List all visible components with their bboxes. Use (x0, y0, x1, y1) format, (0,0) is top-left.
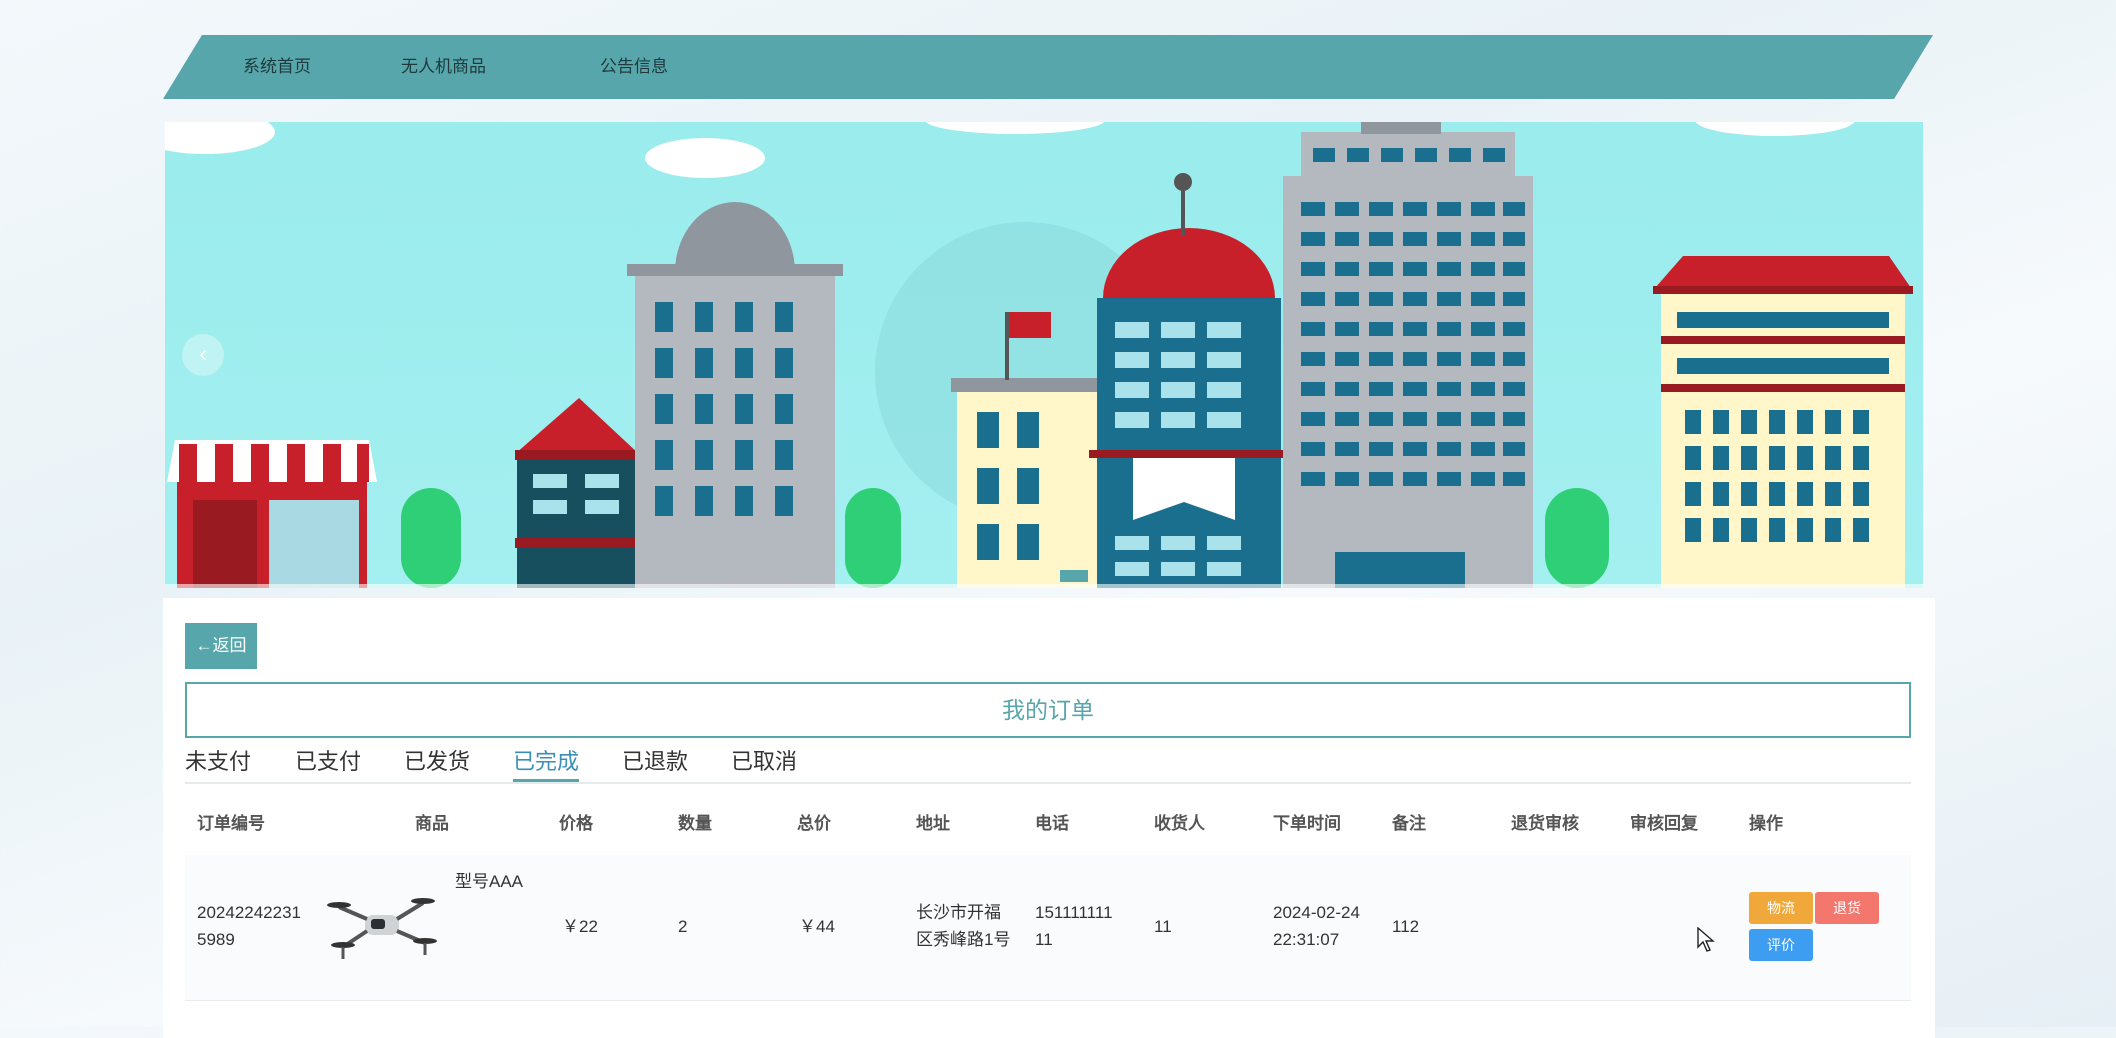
tab-cancelled[interactable]: 已取消 (731, 744, 797, 782)
tab-refunded[interactable]: 已退款 (622, 744, 688, 782)
orders-panel: ←返回 我的订单 未支付 已支付 已发货 已完成 已退款 已取消 订单编号 商品… (163, 598, 1935, 1038)
col-order-no: 订单编号 (197, 814, 265, 833)
nav-item-announcements[interactable]: 公告信息 (600, 35, 668, 99)
carousel-banner: ‹ (165, 122, 1923, 588)
tab-completed[interactable]: 已完成 (513, 744, 580, 782)
col-phone: 电话 (1035, 814, 1069, 833)
col-order-time: 下单时间 (1273, 814, 1341, 833)
col-product: 商品 (415, 814, 449, 833)
col-remark: 备注 (1392, 814, 1426, 833)
col-actions: 操作 (1749, 814, 1783, 833)
nav-item-drone-products[interactable]: 无人机商品 (401, 35, 486, 99)
col-quantity: 数量 (678, 814, 712, 833)
col-price: 价格 (559, 814, 593, 833)
col-return-audit: 退货审核 (1511, 814, 1579, 833)
tab-unpaid[interactable]: 未支付 (185, 744, 251, 782)
top-nav: 系统首页 无人机商品 公告信息 (163, 35, 1933, 99)
col-total: 总价 (797, 814, 831, 833)
tab-shipped[interactable]: 已发货 (404, 744, 470, 782)
logistics-button[interactable]: 物流 (1749, 892, 1813, 924)
price: ￥22 (562, 917, 598, 936)
carousel-indicator[interactable] (1060, 570, 1088, 582)
order-number: 20242242231 5989 (197, 903, 302, 949)
table-row: 20242242231 5989 型号AAA ￥22 2 ￥44 长沙市开福 区… (185, 855, 1911, 1001)
back-button[interactable]: ←返回 (185, 623, 257, 669)
col-receiver: 收货人 (1154, 814, 1205, 833)
tab-paid[interactable]: 已支付 (295, 744, 361, 782)
phone: 151111111 11 (1035, 903, 1113, 949)
carousel-prev-button[interactable]: ‹ (182, 334, 224, 376)
mouse-cursor-icon (1697, 927, 1715, 952)
product-name[interactable]: 型号AAA (455, 868, 523, 895)
order-status-tabs: 未支付 已支付 已发货 已完成 已退款 已取消 (185, 744, 1911, 784)
receiver: 11 (1154, 917, 1172, 936)
table-header: 订单编号 商品 价格 数量 总价 地址 电话 收货人 下单时间 备注 退货审核 … (185, 794, 1911, 854)
review-button[interactable]: 评价 (1749, 929, 1813, 961)
city-illustration (165, 122, 1923, 588)
nav-item-home[interactable]: 系统首页 (243, 35, 311, 99)
address: 长沙市开福 区秀峰路1号 (916, 903, 1011, 949)
col-audit-reply: 审核回复 (1630, 814, 1698, 833)
order-time: 2024-02-24 22:31:07 (1273, 903, 1360, 949)
col-address: 地址 (916, 814, 950, 833)
return-button[interactable]: 退货 (1815, 892, 1879, 924)
remark: 112 (1392, 917, 1420, 936)
total-price: ￥44 (799, 917, 835, 936)
drone-product-image (327, 898, 437, 959)
page: 系统首页 无人机商品 公告信息 ‹ ←返回 我的订单 未支付 已支付 已发货 已… (163, 0, 1935, 1038)
page-title: 我的订单 (185, 682, 1911, 738)
quantity: 2 (678, 917, 688, 936)
